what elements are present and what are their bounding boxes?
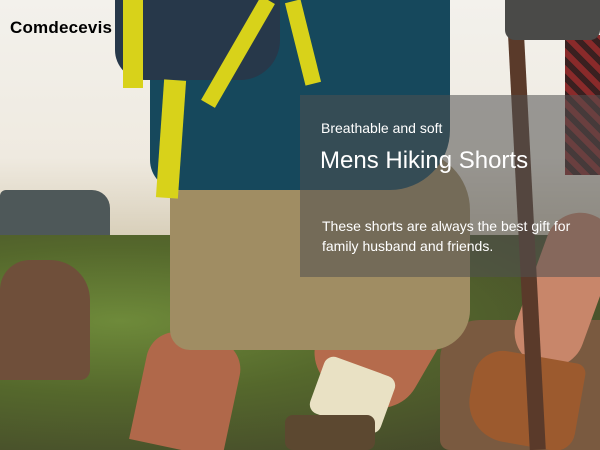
promo-subtitle: Breathable and soft <box>321 120 443 136</box>
rock-left <box>0 260 90 380</box>
promo-title: Mens Hiking Shorts <box>320 147 529 174</box>
backpack-right <box>505 0 600 40</box>
backpack-strap <box>123 0 143 88</box>
hiker-left-boot <box>285 415 375 450</box>
promo-overlay: Breathable and soft Mens Hiking Shorts T… <box>300 95 600 277</box>
promo-description: These shorts are always the best gift fo… <box>322 218 571 254</box>
brand-logo[interactable]: Comdecevis <box>10 18 112 38</box>
